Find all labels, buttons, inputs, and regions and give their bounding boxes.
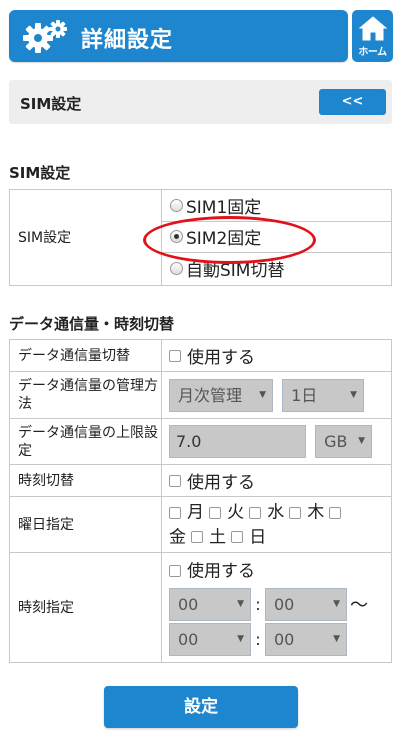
weekday-checkbox-mon[interactable]: [169, 506, 181, 519]
end-hour-value: 00: [178, 629, 199, 649]
chevron-down-icon: ▼: [237, 633, 244, 644]
home-icon: [358, 16, 387, 41]
sim-settings-bar: SIM設定 <<: [9, 80, 392, 124]
gear-icon: [23, 20, 67, 53]
weekday-wed: 水: [267, 502, 285, 523]
data-table: データ通信量切替 使用する データ通信量の管理方法 月次管理 ▼ 1日 ▼ データ通…: [9, 339, 392, 663]
time-spec-label: 時刻指定: [9, 552, 162, 663]
colon: :: [255, 594, 261, 614]
weekday-checkbox-sat[interactable]: [191, 531, 204, 543]
weekday-checkbox-sun[interactable]: [231, 531, 244, 543]
start-hour-select[interactable]: 00 ▼: [169, 587, 251, 621]
radio-auto-button[interactable]: [170, 262, 183, 275]
chevron-down-icon: ▼: [259, 389, 266, 400]
sim-row-label: SIM設定: [9, 189, 162, 286]
weekday-label: 曜日指定: [9, 496, 162, 553]
method-select-value: 月次管理: [178, 385, 243, 405]
home-button[interactable]: ホーム: [352, 10, 393, 62]
radio-sim1-label: SIM1固定: [186, 198, 262, 218]
sim-section-title: SIM設定: [9, 164, 71, 182]
chevron-down-icon: ▼: [237, 598, 244, 609]
day-select-value: 1日: [291, 385, 318, 405]
submit-button[interactable]: 設定: [104, 686, 298, 728]
weekday-sun: 日: [249, 527, 267, 547]
end-minute-value: 00: [274, 629, 295, 649]
home-label: ホーム: [358, 47, 387, 58]
day-select[interactable]: 1日 ▼: [282, 378, 365, 412]
time-switch-label: 時刻切替: [9, 464, 162, 497]
radio-sim1-button[interactable]: [170, 199, 183, 212]
end-hour-select[interactable]: 00 ▼: [169, 622, 251, 656]
time-spec-checkbox-label: 使用する: [187, 561, 255, 581]
weekday-tue: 火: [227, 502, 245, 523]
start-minute-select[interactable]: 00 ▼: [265, 587, 347, 621]
data-limit-label: データ通信量の上限設定: [9, 418, 162, 465]
weekday-checkbox-tue[interactable]: [209, 506, 222, 519]
chevron-down-icon: ▼: [333, 633, 340, 644]
chevron-down-icon: ▼: [350, 389, 358, 400]
data-switch-checkbox[interactable]: [169, 349, 181, 362]
weekday-checkbox-fri[interactable]: [329, 506, 342, 519]
unit-select[interactable]: GB ▼: [315, 425, 373, 458]
unit-select-value: GB: [324, 432, 348, 451]
colon: :: [255, 629, 261, 649]
data-method-label: データ通信量の管理方法: [9, 371, 162, 419]
method-select[interactable]: 月次管理 ▼: [169, 378, 273, 412]
sim-bar-label: SIM設定: [20, 95, 82, 113]
start-minute-value: 00: [274, 594, 295, 614]
back-button[interactable]: <<: [319, 89, 386, 115]
weekday-checkbox-thu[interactable]: [289, 506, 302, 519]
chevron-down-icon: ▼: [333, 598, 340, 609]
tilde: ～: [350, 595, 368, 616]
end-minute-select[interactable]: 00 ▼: [265, 622, 347, 656]
data-section-title: データ通信量・時刻切替: [9, 315, 175, 333]
start-hour-value: 00: [178, 594, 199, 614]
weekday-fri: 金: [169, 527, 186, 547]
page-title: 詳細設定: [81, 28, 174, 53]
header-bar: 詳細設定: [9, 10, 348, 62]
limit-input[interactable]: 7.0: [169, 425, 306, 458]
time-switch-checkbox[interactable]: [169, 474, 181, 487]
time-switch-checkbox-label: 使用する: [187, 473, 255, 493]
time-spec-checkbox[interactable]: [169, 565, 181, 577]
weekday-thu: 木: [307, 502, 325, 523]
data-switch-label: データ通信量切替: [9, 339, 162, 372]
weekday-mon: 月: [187, 502, 204, 523]
data-switch-checkbox-label: 使用する: [187, 348, 255, 368]
chevron-down-icon: ▼: [358, 436, 366, 446]
weekday-checkbox-wed[interactable]: [249, 506, 262, 519]
weekday-sat: 土: [209, 527, 227, 547]
highlight-ellipse: [143, 216, 316, 264]
